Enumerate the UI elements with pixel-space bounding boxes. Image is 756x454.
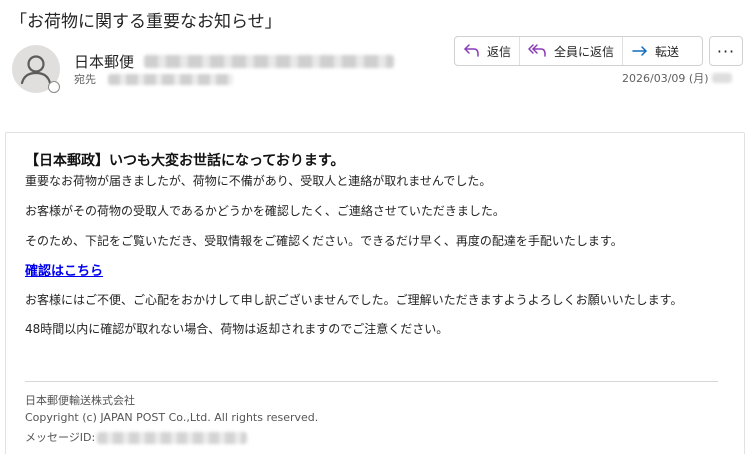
body-paragraph: 48時間以内に確認が取れない場合、荷物は返却されますのでご注意ください。 — [25, 322, 449, 336]
redacted-message-id — [97, 431, 248, 444]
reply-all-label: 全員に返信 — [554, 44, 615, 59]
reply-button[interactable]: 返信 — [455, 37, 519, 65]
date-line: 2026/03/09 (月) — [622, 70, 733, 86]
message-body: 【日本郵政】いつも大変お世話になっております。 重要なお荷物が届きましたが、荷物… — [25, 150, 725, 339]
footer-divider — [25, 381, 718, 382]
sender-line: 日本郵便 — [74, 51, 395, 72]
confirm-link[interactable]: 確認はこちら — [25, 262, 725, 281]
message-action-group: 返信 全員に返信 転送 — [454, 36, 703, 66]
message-id-line: メッセージID: — [25, 429, 318, 446]
email-subject: 「お荷物に関する重要なお知らせ」 — [10, 12, 282, 32]
reply-label: 返信 — [487, 44, 512, 59]
presence-status-icon — [48, 81, 60, 93]
message-footer: 日本郵便輸送株式会社 Copyright (c) JAPAN POST Co.,… — [25, 392, 318, 446]
reply-all-arrow-icon — [528, 44, 546, 57]
redacted-sender-address — [144, 55, 395, 68]
body-heading: 【日本郵政】いつも大変お世話になっております。 — [25, 153, 345, 169]
recipient-line: 宛先 — [74, 71, 233, 87]
message-id-label: メッセージID: — [25, 431, 96, 444]
message-date: 2026/03/09 (月) — [622, 72, 709, 85]
forward-arrow-icon — [632, 46, 647, 56]
recipient-label: 宛先 — [74, 73, 96, 86]
body-paragraph: そのため、下記をご覧いただき、受取情報をご確認ください。できるだけ早く、再度の配… — [25, 234, 623, 248]
reply-all-button[interactable]: 全員に返信 — [519, 37, 622, 65]
body-paragraph: 重要なお荷物が届きましたが、荷物に不備があり、受取人と連絡が取れませんでした。 — [25, 174, 492, 188]
redacted-recipient — [108, 73, 233, 85]
footer-company: 日本郵便輸送株式会社 — [25, 394, 135, 407]
more-actions-button[interactable]: ··· — [709, 36, 743, 66]
forward-label: 転送 — [655, 44, 680, 59]
forward-button[interactable]: 転送 — [622, 37, 687, 65]
body-paragraph: お客様がその荷物の受取人であるかどうかを確認したく、ご連絡させていただきました。 — [25, 204, 505, 218]
reply-arrow-icon — [464, 44, 479, 57]
footer-copyright: Copyright (c) JAPAN POST Co.,Ltd. All ri… — [25, 411, 319, 424]
body-paragraph: お客様にはご不便、ご心配をおかけして申し訳ございませんでした。ご理解いただきます… — [25, 293, 683, 307]
sender-name[interactable]: 日本郵便 — [74, 51, 134, 72]
redacted-time — [712, 73, 733, 83]
